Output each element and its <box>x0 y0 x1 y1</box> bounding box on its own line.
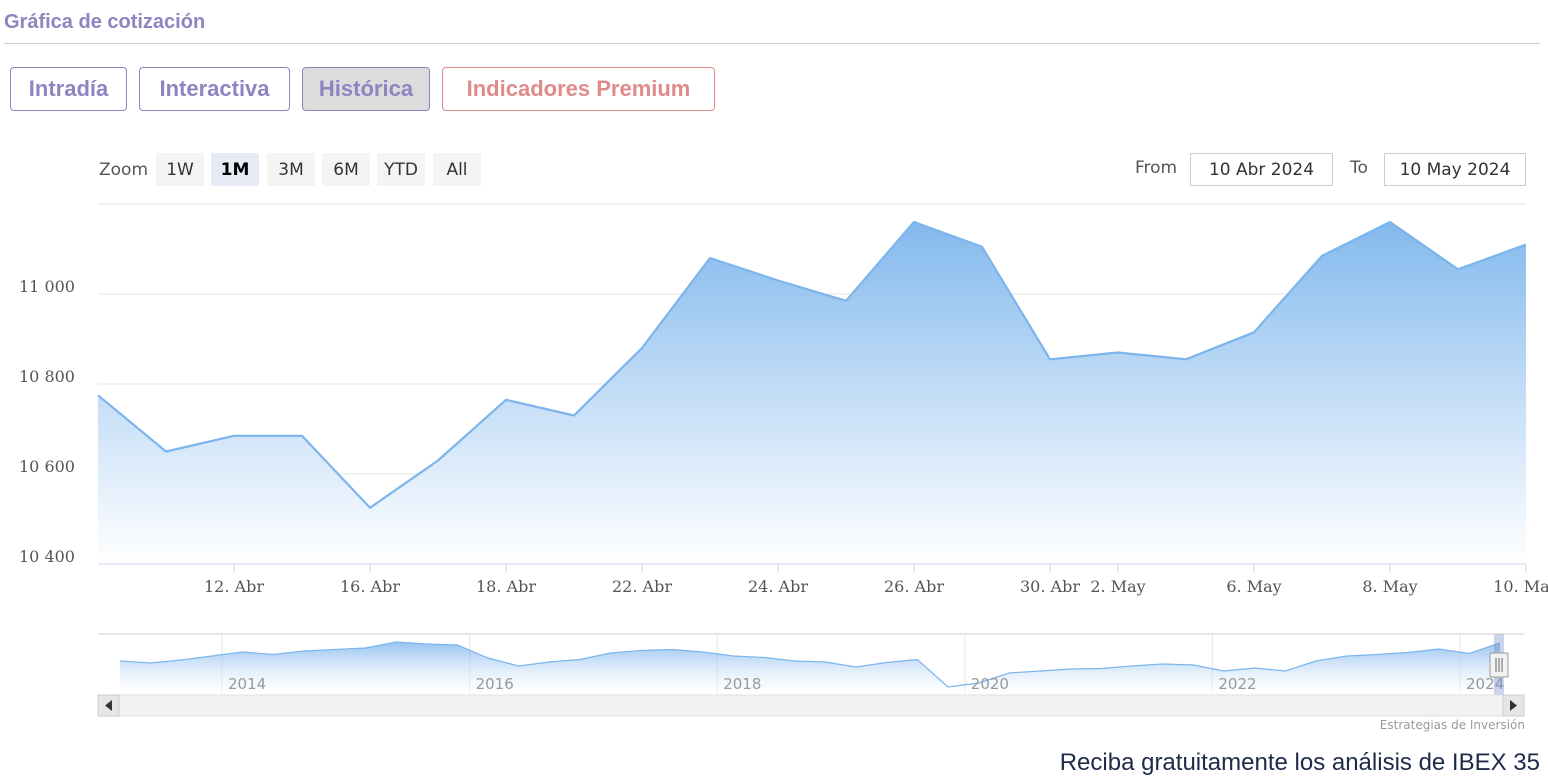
x-tick-label: 30. Abr <box>1020 577 1080 596</box>
scrollbar-track <box>97 694 1525 717</box>
y-tick-label: 10 800 <box>19 367 75 386</box>
x-tick-label: 2. May <box>1090 577 1145 596</box>
x-tick-label: 10. May <box>1493 577 1548 596</box>
navigator-year-label: 2020 <box>971 675 1009 693</box>
x-tick-label: 12. Abr <box>204 577 264 596</box>
x-tick-label: 22. Abr <box>612 577 672 596</box>
price-area <box>97 220 1527 564</box>
navigator[interactable]: 2014 2016 2018 2020 2022 2024 <box>97 633 1525 717</box>
price-area-fill <box>98 222 1526 564</box>
x-tick-label: 8. May <box>1362 577 1417 596</box>
newsletter-link[interactable]: Reciba gratuitamente los análisis de IBE… <box>1060 749 1540 777</box>
x-tick-label: 16. Abr <box>340 577 400 596</box>
price-chart[interactable]: 10 40010 60010 80011 000 12. Abr 16. Abr 1… <box>0 0 1548 781</box>
y-tick-label: 11 000 <box>19 277 75 296</box>
navigator-year-label: 2018 <box>723 675 761 693</box>
navigator-year-label: 2016 <box>476 675 514 693</box>
navigator-year-label: 2014 <box>228 675 266 693</box>
y-axis: 10 400 10 600 10 800 11 000 <box>19 277 75 566</box>
x-tick-label: 26. Abr <box>884 577 944 596</box>
y-tick-label: 10 400 <box>19 547 75 566</box>
x-tick-label: 6. May <box>1226 577 1281 596</box>
chart-credits[interactable]: Estrategias de Inversión <box>1380 718 1525 732</box>
navigator-year-label: 2022 <box>1218 675 1256 693</box>
x-tick-label: 24. Abr <box>748 577 808 596</box>
x-tick-label: 18. Abr <box>476 577 536 596</box>
x-axis: 12. Abr 16. Abr 18. Abr 22. Abr 24. Abr 26. A… <box>98 563 1548 596</box>
y-tick-label: 10 600 <box>19 457 75 476</box>
